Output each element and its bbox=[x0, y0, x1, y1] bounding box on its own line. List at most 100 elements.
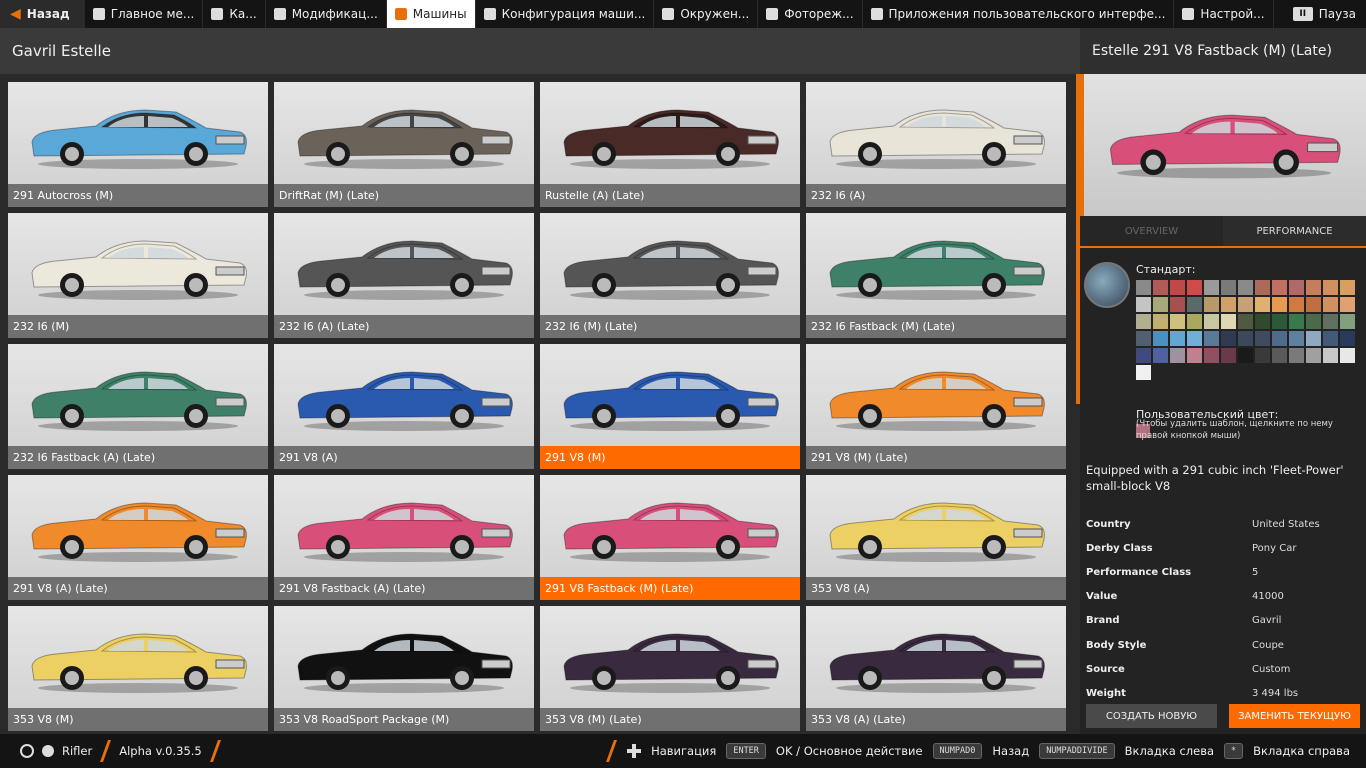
paint-swatch[interactable] bbox=[1323, 297, 1338, 312]
paint-swatch[interactable] bbox=[1221, 280, 1236, 295]
vehicle-card[interactable]: 232 I6 (M) bbox=[8, 213, 268, 338]
paint-swatch[interactable] bbox=[1306, 297, 1321, 312]
paint-swatch[interactable] bbox=[1340, 280, 1355, 295]
paint-swatch[interactable] bbox=[1187, 314, 1202, 329]
paint-swatch[interactable] bbox=[1153, 280, 1168, 295]
paint-swatch[interactable] bbox=[1238, 297, 1253, 312]
paint-swatch[interactable] bbox=[1136, 280, 1151, 295]
vehicle-card[interactable]: 291 V8 (A) (Late) bbox=[8, 475, 268, 600]
paint-swatch[interactable] bbox=[1272, 331, 1287, 346]
paint-swatch[interactable] bbox=[1255, 348, 1270, 363]
paint-swatch[interactable] bbox=[1170, 280, 1185, 295]
paint-swatch[interactable] bbox=[1272, 280, 1287, 295]
paint-swatch[interactable] bbox=[1255, 297, 1270, 312]
vehicle-card[interactable]: 353 V8 (A) (Late) bbox=[806, 606, 1066, 731]
vehicle-card[interactable]: 232 I6 Fastback (M) (Late) bbox=[806, 213, 1066, 338]
paint-swatch[interactable] bbox=[1340, 297, 1355, 312]
paint-swatch[interactable] bbox=[1340, 331, 1355, 346]
tab-home[interactable]: Главное ме... bbox=[85, 0, 204, 28]
vehicle-card[interactable]: Rustelle (A) (Late) bbox=[540, 82, 800, 207]
paint-swatch[interactable] bbox=[1323, 280, 1338, 295]
paint-swatch[interactable] bbox=[1187, 280, 1202, 295]
paint-swatch[interactable] bbox=[1221, 331, 1236, 346]
paint-swatch[interactable] bbox=[1289, 297, 1304, 312]
tab-weather[interactable]: Окружен... bbox=[654, 0, 759, 28]
tab-settings[interactable]: Настрой... bbox=[1174, 0, 1274, 28]
paint-swatch[interactable] bbox=[1255, 331, 1270, 346]
tab-apps[interactable]: Приложения пользовательского интерфе... bbox=[863, 0, 1175, 28]
globe-icon[interactable] bbox=[20, 744, 34, 758]
tab-engine[interactable]: Конфигурация маши... bbox=[476, 0, 655, 28]
paint-swatch[interactable] bbox=[1289, 314, 1304, 329]
tab-car[interactable]: Машины bbox=[386, 0, 476, 28]
paint-swatch[interactable] bbox=[1136, 348, 1151, 363]
tab-puzzle[interactable]: Модификац... bbox=[266, 0, 387, 28]
paint-swatch[interactable] bbox=[1340, 348, 1355, 363]
vehicle-card[interactable]: DriftRat (M) (Late) bbox=[274, 82, 534, 207]
vehicle-card[interactable]: 291 V8 (M) bbox=[540, 344, 800, 469]
vehicle-card[interactable]: 291 V8 Fastback (M) (Late) bbox=[540, 475, 800, 600]
paint-swatch[interactable] bbox=[1272, 297, 1287, 312]
vehicle-card[interactable]: 353 V8 (A) bbox=[806, 475, 1066, 600]
paint-swatch[interactable] bbox=[1136, 365, 1151, 380]
paint-swatch[interactable] bbox=[1136, 314, 1151, 329]
paint-swatch[interactable] bbox=[1238, 280, 1253, 295]
paint-swatch[interactable] bbox=[1153, 331, 1168, 346]
paint-swatch[interactable] bbox=[1289, 280, 1304, 295]
paint-swatch[interactable] bbox=[1323, 314, 1338, 329]
paint-swatch[interactable] bbox=[1238, 348, 1253, 363]
paint-swatch[interactable] bbox=[1306, 331, 1321, 346]
paint-swatch[interactable] bbox=[1170, 297, 1185, 312]
paint-swatch[interactable] bbox=[1255, 314, 1270, 329]
vehicle-card[interactable]: 232 I6 Fastback (A) (Late) bbox=[8, 344, 268, 469]
tab-camera[interactable]: Фотореж... bbox=[758, 0, 863, 28]
paint-swatch[interactable] bbox=[1238, 314, 1253, 329]
vehicle-card[interactable]: 232 I6 (M) (Late) bbox=[540, 213, 800, 338]
paint-swatch[interactable] bbox=[1221, 348, 1236, 363]
paint-swatch[interactable] bbox=[1187, 331, 1202, 346]
paint-swatch[interactable] bbox=[1153, 297, 1168, 312]
paint-swatch[interactable] bbox=[1289, 348, 1304, 363]
pause-button[interactable]: II Пауза bbox=[1283, 0, 1366, 28]
replace-current-button[interactable]: ЗАМЕНИТЬ ТЕКУЩУЮ bbox=[1229, 704, 1360, 728]
paint-swatch[interactable] bbox=[1204, 280, 1219, 295]
paint-swatch[interactable] bbox=[1221, 314, 1236, 329]
back-button[interactable]: ◀ Назад bbox=[0, 0, 85, 28]
paint-swatch[interactable] bbox=[1136, 297, 1151, 312]
vehicle-card[interactable]: 291 V8 (A) bbox=[274, 344, 534, 469]
tab-map[interactable]: Ка... bbox=[203, 0, 266, 28]
paint-swatch[interactable] bbox=[1136, 331, 1151, 346]
vehicle-card[interactable]: 232 I6 (A) (Late) bbox=[274, 213, 534, 338]
paint-swatch[interactable] bbox=[1204, 314, 1219, 329]
tab-performance[interactable]: PERFORMANCE bbox=[1223, 216, 1366, 246]
paint-swatch[interactable] bbox=[1153, 348, 1168, 363]
paint-swatch[interactable] bbox=[1272, 314, 1287, 329]
vehicle-card[interactable]: 353 V8 (M) (Late) bbox=[540, 606, 800, 731]
vehicle-card[interactable]: 291 Autocross (M) bbox=[8, 82, 268, 207]
paint-swatch[interactable] bbox=[1153, 314, 1168, 329]
paint-swatch[interactable] bbox=[1306, 348, 1321, 363]
paint-swatch[interactable] bbox=[1187, 348, 1202, 363]
vehicle-card[interactable]: 353 V8 RoadSport Package (M) bbox=[274, 606, 534, 731]
paint-swatch[interactable] bbox=[1204, 348, 1219, 363]
paint-swatch[interactable] bbox=[1204, 297, 1219, 312]
vehicle-card[interactable]: 291 V8 Fastback (A) (Late) bbox=[274, 475, 534, 600]
vehicle-card[interactable]: 353 V8 (M) bbox=[8, 606, 268, 731]
paint-swatch[interactable] bbox=[1170, 331, 1185, 346]
paint-swatch[interactable] bbox=[1289, 331, 1304, 346]
paint-swatch[interactable] bbox=[1221, 297, 1236, 312]
vehicle-card[interactable]: 291 V8 (M) (Late) bbox=[806, 344, 1066, 469]
tab-overview[interactable]: OVERVIEW bbox=[1080, 216, 1223, 246]
paint-swatch[interactable] bbox=[1323, 331, 1338, 346]
paint-swatch[interactable] bbox=[1306, 280, 1321, 295]
paint-swatch[interactable] bbox=[1204, 331, 1219, 346]
paint-swatch[interactable] bbox=[1306, 314, 1321, 329]
paint-swatch[interactable] bbox=[1323, 348, 1338, 363]
paint-swatch[interactable] bbox=[1238, 331, 1253, 346]
paint-swatch[interactable] bbox=[1340, 314, 1355, 329]
paint-swatch[interactable] bbox=[1255, 280, 1270, 295]
paint-swatch[interactable] bbox=[1170, 314, 1185, 329]
paint-swatch[interactable] bbox=[1272, 348, 1287, 363]
paint-swatch[interactable] bbox=[1187, 297, 1202, 312]
vehicle-card[interactable]: 232 I6 (A) bbox=[806, 82, 1066, 207]
